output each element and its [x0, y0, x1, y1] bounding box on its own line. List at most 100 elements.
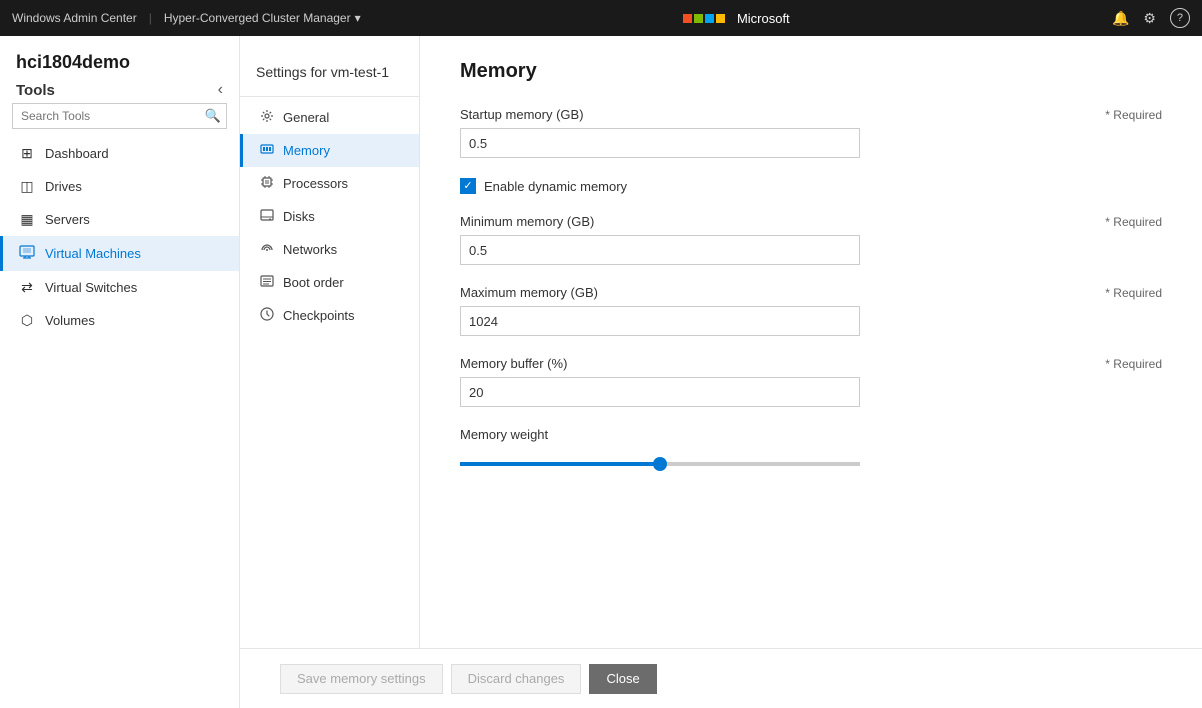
- memory-icon: [259, 142, 275, 159]
- sidebar-item-label: Virtual Switches: [45, 280, 137, 295]
- minimum-memory-input[interactable]: [460, 235, 860, 265]
- settings-nav-memory[interactable]: Memory: [240, 134, 419, 167]
- settings-nav-disks[interactable]: Disks: [240, 200, 419, 233]
- boot-order-label: Boot order: [283, 275, 344, 290]
- topbar-left: Windows Admin Center | Hyper-Converged C…: [12, 11, 361, 25]
- save-button[interactable]: Save memory settings: [280, 664, 443, 694]
- minimum-memory-label: Minimum memory (GB): [460, 214, 594, 229]
- memory-buffer-label: Memory buffer (%): [460, 356, 567, 371]
- sidebar-item-label: Volumes: [45, 313, 95, 328]
- search-input[interactable]: [12, 103, 227, 129]
- processors-icon: [259, 175, 275, 192]
- maximum-memory-label-row: Maximum memory (GB) * Required: [460, 285, 1162, 300]
- search-box: 🔍: [12, 103, 227, 129]
- maximum-memory-input[interactable]: [460, 306, 860, 336]
- ms-logo-green: [694, 14, 703, 23]
- processors-label: Processors: [283, 176, 348, 191]
- settings-nav-checkpoints[interactable]: Checkpoints: [240, 299, 419, 332]
- content-inner: Settings for vm-test-1 General: [240, 36, 1202, 648]
- settings-nav-boot-order[interactable]: Boot order: [240, 266, 419, 299]
- gear-icon[interactable]: ⚙: [1143, 10, 1156, 27]
- memory-weight-label: Memory weight: [460, 427, 1162, 442]
- collapse-button[interactable]: ‹: [218, 81, 223, 99]
- settings-nav-general[interactable]: General: [240, 101, 419, 134]
- sidebar-item-label: Virtual Machines: [45, 246, 141, 261]
- sidebar-item-virtual-machines[interactable]: Virtual Machines: [0, 236, 239, 271]
- dynamic-memory-label: Enable dynamic memory: [484, 179, 627, 194]
- notification-icon[interactable]: 🔔: [1112, 10, 1129, 27]
- startup-memory-required: * Required: [1105, 108, 1162, 122]
- settings-page-title: Settings for vm-test-1: [240, 52, 419, 97]
- memory-buffer-input[interactable]: [460, 377, 860, 407]
- minimum-memory-field: Minimum memory (GB) * Required: [460, 214, 1162, 265]
- tools-label: Tools: [16, 82, 55, 99]
- content-footer-wrap: Settings for vm-test-1 General: [240, 36, 1202, 708]
- discard-button[interactable]: Discard changes: [451, 664, 582, 694]
- topbar-separator: |: [149, 11, 152, 25]
- ms-logo: [683, 14, 725, 23]
- memory-weight-slider[interactable]: [460, 462, 860, 466]
- settings-content: Memory Startup memory (GB) * Required ✓ …: [420, 36, 1202, 648]
- startup-memory-input[interactable]: [460, 128, 860, 158]
- disks-label: Disks: [283, 209, 315, 224]
- checkpoints-label: Checkpoints: [283, 308, 355, 323]
- sidebar-header: hci1804demo: [0, 36, 239, 81]
- sidebar-item-servers[interactable]: ▦ Servers: [0, 203, 239, 236]
- sidebar-item-volumes[interactable]: ⬡ Volumes: [0, 304, 239, 337]
- sidebar-item-drives[interactable]: ◫ Drives: [0, 170, 239, 203]
- ms-logo-blue: [705, 14, 714, 23]
- general-label: General: [283, 110, 329, 125]
- checkmark-icon: ✓: [463, 181, 472, 192]
- sidebar: hci1804demo Tools ‹ 🔍 ⊞ Dashboard ◫ Driv…: [0, 36, 240, 708]
- startup-memory-label-row: Startup memory (GB) * Required: [460, 107, 1162, 122]
- drives-icon: ◫: [19, 178, 35, 195]
- networks-label: Networks: [283, 242, 337, 257]
- boot-order-icon: [259, 274, 275, 291]
- volumes-icon: ⬡: [19, 312, 35, 329]
- help-icon[interactable]: ?: [1170, 8, 1190, 28]
- memory-label: Memory: [283, 143, 330, 158]
- disks-icon: [259, 208, 275, 225]
- nav-items: ⊞ Dashboard ◫ Drives ▦ Servers: [0, 137, 239, 708]
- manager-name: Hyper-Converged Cluster Manager ▾: [164, 11, 361, 25]
- sidebar-item-dashboard[interactable]: ⊞ Dashboard: [0, 137, 239, 170]
- sidebar-item-label: Servers: [45, 212, 90, 227]
- settings-nav-processors[interactable]: Processors: [240, 167, 419, 200]
- minimum-memory-required: * Required: [1105, 215, 1162, 229]
- search-icon[interactable]: 🔍: [205, 108, 221, 124]
- topbar-center: Microsoft: [683, 11, 790, 26]
- ms-logo-red: [683, 14, 692, 23]
- general-icon: [259, 109, 275, 126]
- memory-weight-section: Memory weight: [460, 427, 1162, 469]
- settings-nav: Settings for vm-test-1 General: [240, 36, 420, 648]
- dynamic-memory-checkbox[interactable]: ✓: [460, 178, 476, 194]
- topbar: Windows Admin Center | Hyper-Converged C…: [0, 0, 1202, 36]
- vswitches-icon: ⇄: [19, 279, 35, 296]
- startup-memory-label: Startup memory (GB): [460, 107, 584, 122]
- chevron-icon[interactable]: ▾: [355, 11, 361, 25]
- footer-bar: Save memory settings Discard changes Clo…: [240, 648, 1202, 708]
- app-name: Windows Admin Center: [12, 11, 137, 25]
- dashboard-icon: ⊞: [19, 145, 35, 162]
- sidebar-item-label: Dashboard: [45, 146, 109, 161]
- ms-logo-yellow: [716, 14, 725, 23]
- settings-nav-networks[interactable]: Networks: [240, 233, 419, 266]
- app-body: hci1804demo Tools ‹ 🔍 ⊞ Dashboard ◫ Driv…: [0, 36, 1202, 708]
- topbar-right: 🔔 ⚙ ?: [1112, 8, 1190, 28]
- brand-name: Microsoft: [737, 11, 790, 26]
- maximum-memory-required: * Required: [1105, 286, 1162, 300]
- maximum-memory-label: Maximum memory (GB): [460, 285, 598, 300]
- memory-buffer-label-row: Memory buffer (%) * Required: [460, 356, 1162, 371]
- memory-buffer-required: * Required: [1105, 357, 1162, 371]
- startup-memory-field: Startup memory (GB) * Required: [460, 107, 1162, 158]
- memory-buffer-field: Memory buffer (%) * Required: [460, 356, 1162, 407]
- close-button[interactable]: Close: [589, 664, 656, 694]
- maximum-memory-field: Maximum memory (GB) * Required: [460, 285, 1162, 336]
- sidebar-item-virtual-switches[interactable]: ⇄ Virtual Switches: [0, 271, 239, 304]
- minimum-memory-label-row: Minimum memory (GB) * Required: [460, 214, 1162, 229]
- section-title: Memory: [460, 60, 1162, 83]
- cluster-name: hci1804demo: [16, 52, 130, 73]
- dynamic-memory-row: ✓ Enable dynamic memory: [460, 178, 1162, 194]
- sidebar-item-label: Drives: [45, 179, 82, 194]
- networks-icon: [259, 241, 275, 258]
